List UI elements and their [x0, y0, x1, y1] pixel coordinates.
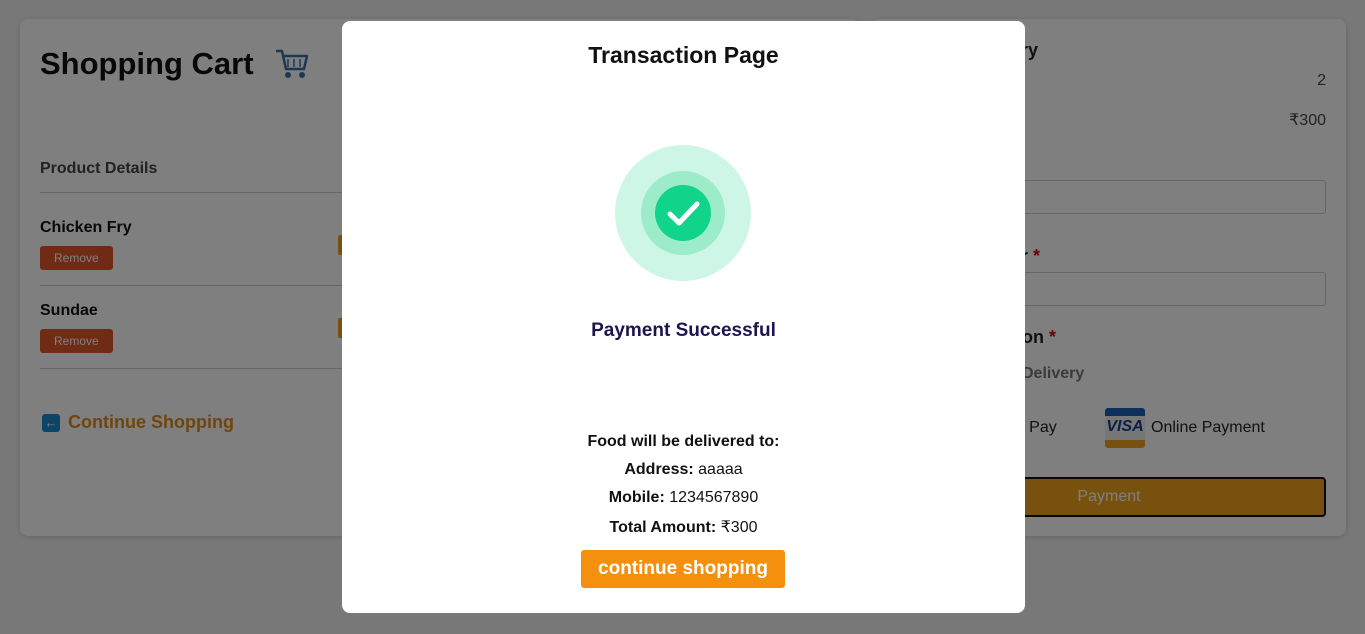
transaction-modal: Transaction Page Payment Successful Food…: [342, 21, 1025, 613]
total-amount-value: ₹300: [720, 519, 758, 536]
continue-shopping-button[interactable]: continue shopping: [581, 550, 785, 588]
mobile-label: Mobile:: [608, 489, 665, 506]
delivery-heading: Food will be delivered to:: [587, 433, 780, 450]
mobile-value: 1234567890: [669, 489, 759, 506]
check-circle-icon: [615, 145, 751, 281]
delivery-total: Total Amount: ₹300: [342, 517, 1025, 537]
delivery-address: Address: aaaaa: [342, 461, 1025, 479]
total-amount-label: Total Amount:: [609, 519, 717, 536]
address-label: Address:: [624, 461, 694, 478]
payment-status: Payment Successful: [591, 320, 776, 341]
delivery-mobile: Mobile: 1234567890: [342, 489, 1025, 507]
modal-title: Transaction Page: [588, 42, 779, 68]
address-value: aaaaa: [698, 461, 743, 478]
